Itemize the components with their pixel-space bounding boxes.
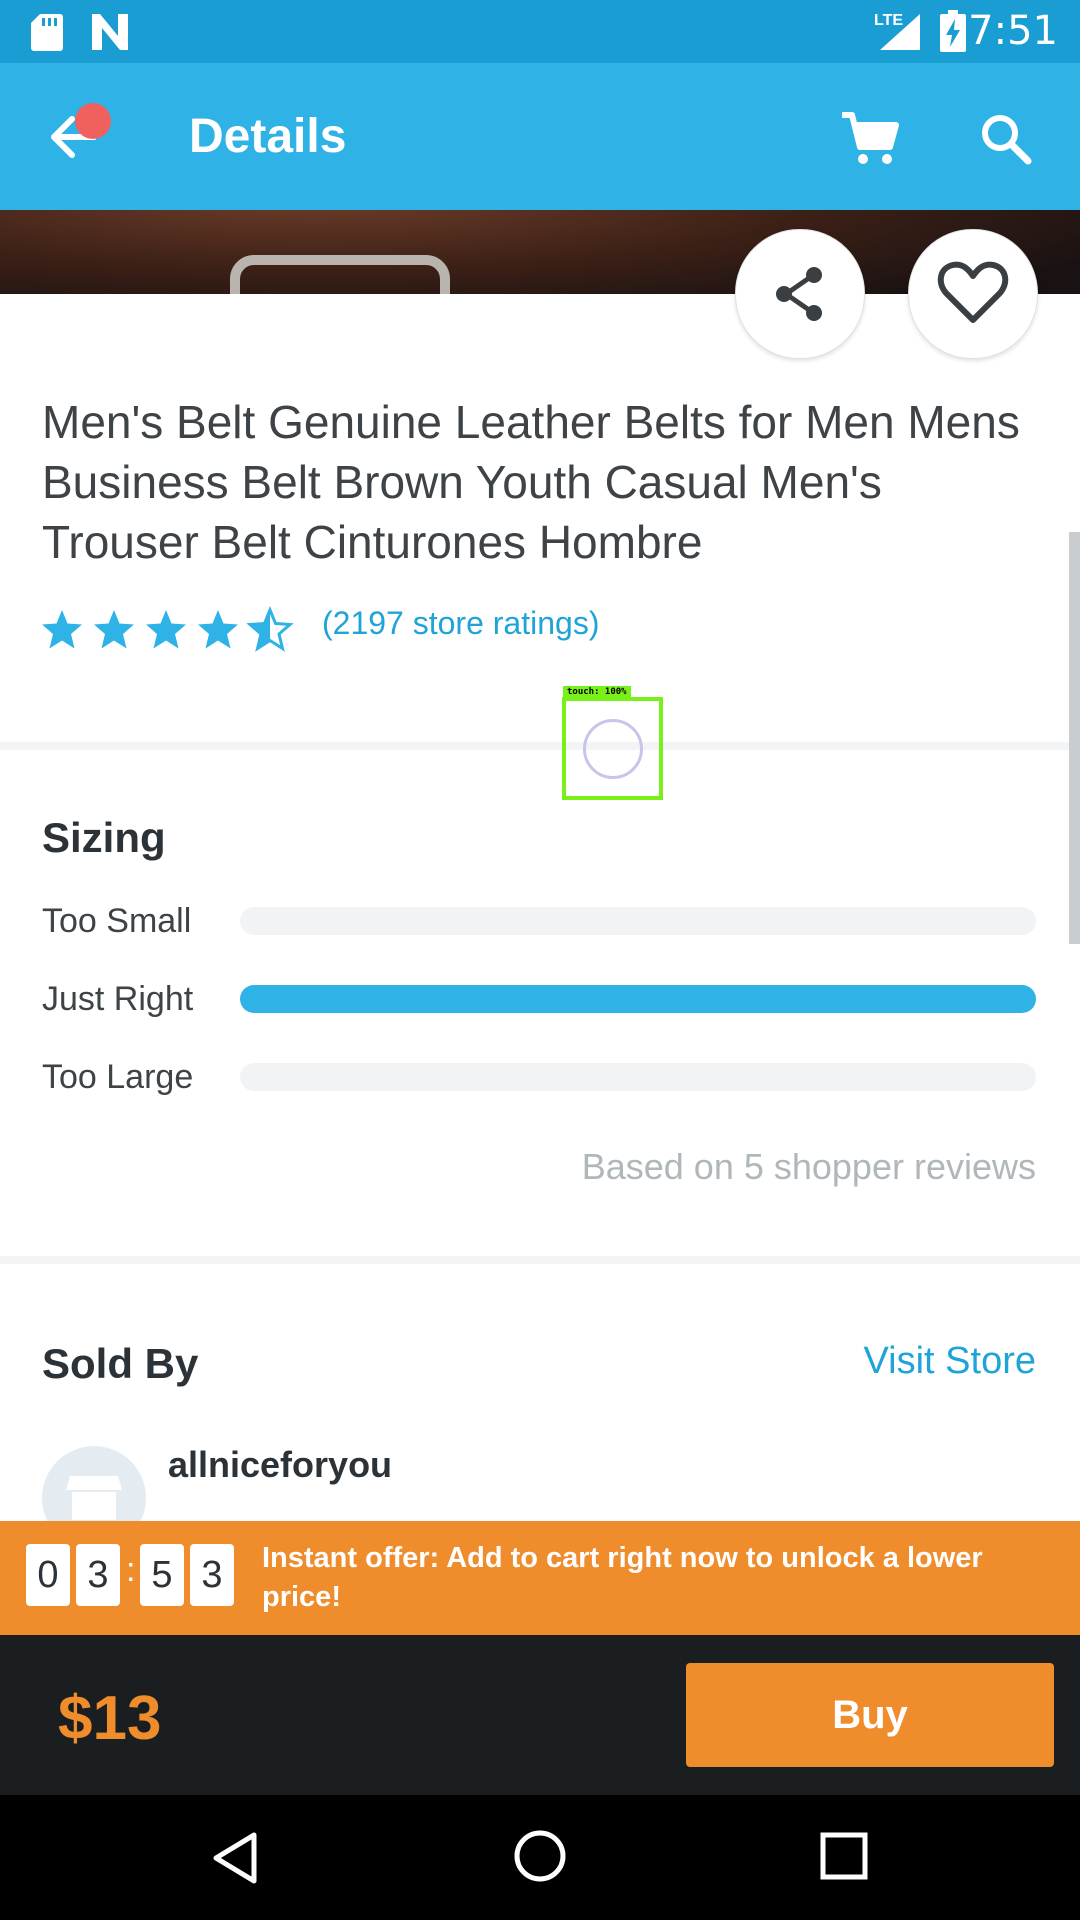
sizing-title: Sizing [42,814,166,861]
system-nav-bar [0,1795,1080,1920]
timer-separator: : [126,1551,136,1589]
section-divider [0,1256,1080,1264]
timer-digit: 5 [140,1544,184,1606]
share-button[interactable] [735,229,865,359]
reviews-count-note: Based on 5 shopper reviews [581,1146,1036,1187]
star-full-icon [198,610,238,649]
notification-dot [75,103,111,139]
battery-charging-icon [940,10,966,52]
store-ratings-link[interactable]: (2197 store ratings) [322,605,599,642]
star-full-icon [42,610,82,649]
star-half-icon [248,608,292,650]
instant-offer-text: Instant offer: Add to cart right now to … [262,1542,983,1613]
buy-button[interactable]: Buy [686,1663,1054,1767]
scrollbar-thumb[interactable] [1069,532,1080,944]
size-bar-just-right [240,985,1036,1013]
clock: 7:51 [968,8,1058,54]
nav-back-icon[interactable] [210,1831,260,1885]
sd-card-icon [31,14,63,51]
size-label-just-right: Just Right [42,980,194,1018]
size-bar-fill [240,985,1036,1013]
size-bar-too-large [240,1063,1036,1091]
share-icon [776,267,822,321]
price: $13 [58,1684,162,1753]
heart-icon [937,261,1009,323]
store-icon [66,1476,122,1520]
sold-by-title: Sold By [42,1340,199,1387]
instant-offer-banner[interactable]: 0 3 : 5 3 Instant offer: Add to cart rig… [0,1521,1080,1635]
store-name[interactable]: allniceforyou [168,1444,392,1486]
search-icon [982,115,1032,165]
size-bar-too-small [240,907,1036,935]
timer-digit: 3 [190,1544,234,1606]
size-label-too-small: Too Small [42,902,192,940]
touch-indicator-ring [583,719,643,779]
cart-button[interactable] [830,103,910,173]
app-bar: Details [0,63,1080,210]
timer-digit: 0 [26,1544,70,1606]
section-divider [0,742,1080,750]
status-bar: LTE 7:51 [0,0,1080,63]
belt-buckle [230,255,450,294]
nav-recents-icon[interactable] [820,1832,868,1880]
size-label-too-large: Too Large [42,1058,194,1096]
wishlist-button[interactable] [908,229,1038,359]
visit-store-link[interactable]: Visit Store [864,1340,1036,1383]
page-title: Details [189,110,347,163]
cart-icon [842,112,899,164]
purchase-bar: $13 Buy [0,1635,1080,1795]
search-button[interactable] [968,103,1048,173]
timer-digit: 3 [76,1544,120,1606]
star-full-icon [146,610,186,649]
product-title: Men's Belt Genuine Leather Belts for Men… [42,396,1020,568]
nav-home-icon[interactable] [513,1829,567,1883]
back-button[interactable] [40,103,120,173]
star-full-icon [94,610,134,649]
signal-icon [880,14,920,50]
n-app-icon [92,14,128,50]
rating-stars [40,606,300,656]
